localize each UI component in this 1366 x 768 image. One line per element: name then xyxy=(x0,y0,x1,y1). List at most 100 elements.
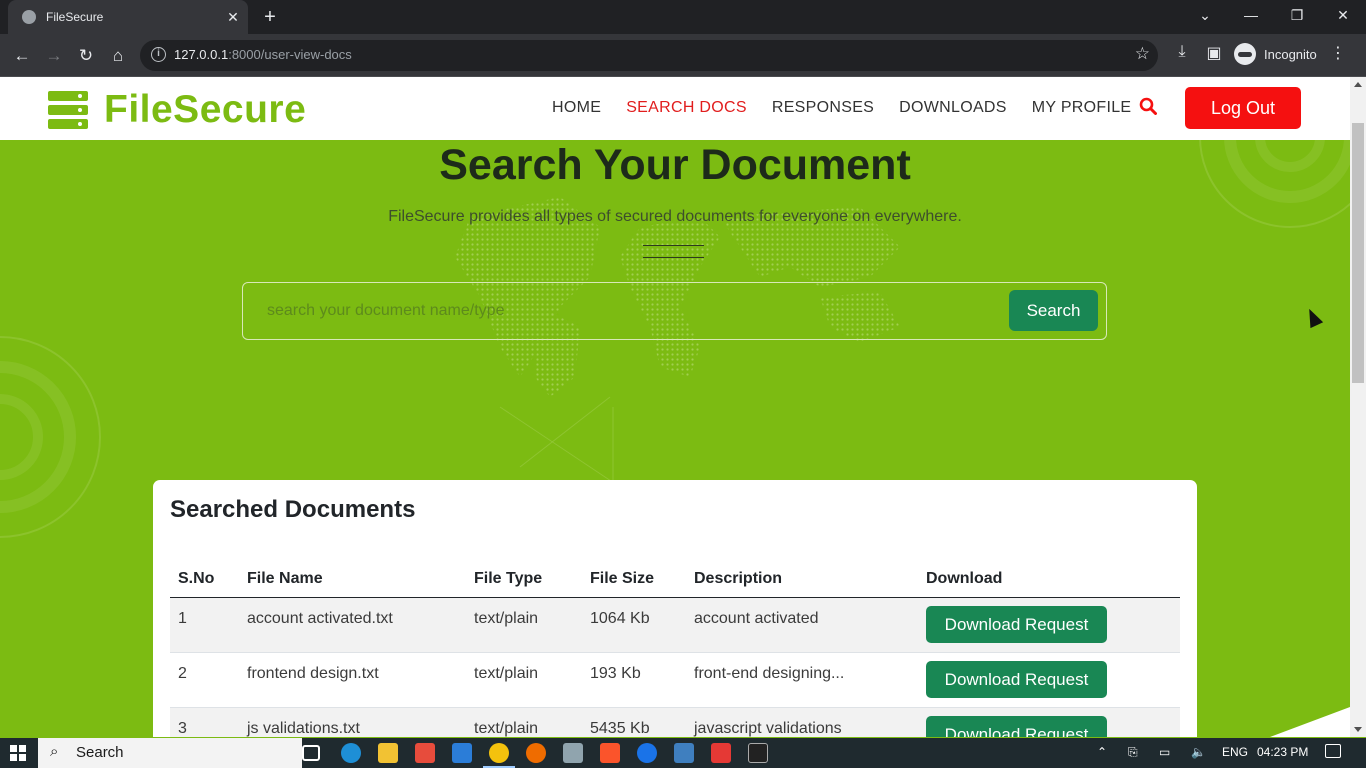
cell-description: account activated xyxy=(694,610,819,627)
table-row: 2 frontend design.txt text/plain 193 Kb … xyxy=(170,653,1180,708)
nav-search-docs[interactable]: SEARCH DOCS xyxy=(626,99,747,117)
tab-title: FileSecure xyxy=(46,10,104,24)
language-indicator[interactable]: ENG xyxy=(1222,745,1248,759)
brave-icon[interactable] xyxy=(600,743,620,763)
close-window-button[interactable]: ✕ xyxy=(1320,0,1366,34)
restore-button[interactable]: ❐ xyxy=(1274,0,1320,34)
minimize-button[interactable]: — xyxy=(1228,0,1274,34)
search-icon: ⌕ xyxy=(50,743,59,760)
tab-close-icon[interactable]: ✕ xyxy=(222,9,244,26)
app-icon[interactable] xyxy=(711,743,731,763)
cell-file-type: text/plain xyxy=(474,665,539,682)
windows-start-icon[interactable] xyxy=(10,745,26,761)
download-request-button[interactable]: Download Request xyxy=(926,716,1107,737)
page-title: Search Your Document xyxy=(439,141,911,189)
column-header: File Type xyxy=(474,569,543,587)
site-logo[interactable]: FileSecure xyxy=(48,88,306,132)
volume-icon[interactable]: 🔈 xyxy=(1191,745,1206,759)
download-request-button[interactable]: Download Request xyxy=(926,606,1107,643)
search-app-icon[interactable] xyxy=(526,743,546,763)
browser-tab[interactable]: FileSecure ✕ xyxy=(8,0,248,34)
terminal-icon[interactable] xyxy=(748,743,768,763)
chrome-icon[interactable] xyxy=(483,743,515,768)
globe-icon xyxy=(22,10,36,24)
cell-download: Download Request xyxy=(926,708,1180,737)
app-icon[interactable] xyxy=(415,743,435,763)
site-info-icon[interactable]: i xyxy=(151,47,166,62)
address-bar[interactable]: i 127.0.0.1:8000/user-view-docs ☆ xyxy=(140,40,1158,71)
vscode-icon[interactable] xyxy=(452,743,472,763)
back-icon[interactable]: ← xyxy=(8,42,36,70)
incognito-label: Incognito xyxy=(1264,46,1317,62)
scroll-down-icon[interactable] xyxy=(1354,727,1362,732)
tab-search-icon[interactable]: ⌄ xyxy=(1182,0,1228,34)
cell-description: javascript validations xyxy=(694,720,842,737)
cell-file-size: 5435 Kb xyxy=(590,720,650,737)
scrollbar-thumb[interactable] xyxy=(1352,123,1364,383)
url-text: 127.0.0.1:8000/user-view-docs xyxy=(174,47,352,62)
results-table: S.No File Name File Type File Size Descr… xyxy=(170,560,1180,737)
incognito-indicator[interactable]: Incognito xyxy=(1234,43,1317,65)
browser-tab-bar: FileSecure ✕ + ⌄ — ❐ ✕ xyxy=(0,0,1366,34)
edge-icon[interactable] xyxy=(341,743,361,763)
incognito-icon xyxy=(1234,43,1256,65)
task-view-icon[interactable] xyxy=(302,745,320,761)
search-icon[interactable] xyxy=(1139,97,1157,115)
browser-menu-icon[interactable]: ⋮ xyxy=(1326,43,1350,63)
cell-sno: 2 xyxy=(178,665,187,682)
download-icon[interactable]: ⤓ xyxy=(1170,43,1194,61)
table-header: S.No File Name File Type File Size Descr… xyxy=(170,560,1180,598)
nav-home[interactable]: HOME xyxy=(552,99,601,117)
cell-sno: 1 xyxy=(178,610,187,627)
column-header: Download xyxy=(926,569,1003,587)
document-search-form: search your document name/type Search xyxy=(242,282,1107,340)
column-header: Description xyxy=(694,569,783,587)
taskbar-search-box[interactable]: ⌕ Search xyxy=(38,738,302,768)
logout-button[interactable]: Log Out xyxy=(1185,87,1301,129)
taskbar-search-label: Search xyxy=(76,744,124,761)
cell-download: Download Request xyxy=(926,598,1180,652)
notification-icon[interactable] xyxy=(1325,744,1341,758)
cell-file-name: js validations.txt xyxy=(247,720,360,737)
cell-file-type: text/plain xyxy=(474,720,539,737)
browser-toolbar: ← → ↻ ⌂ i 127.0.0.1:8000/user-view-docs … xyxy=(0,34,1366,77)
tray-app-icon[interactable]: ⎘ xyxy=(1128,745,1138,760)
tray-chevron-icon[interactable]: ⌃ xyxy=(1097,745,1107,759)
cell-download: Download Request xyxy=(926,653,1180,707)
side-panel-icon[interactable]: ▣ xyxy=(1202,43,1226,63)
reload-icon[interactable]: ↻ xyxy=(72,42,100,70)
file-explorer-icon[interactable] xyxy=(378,743,398,763)
zoom-icon[interactable] xyxy=(637,743,657,763)
title-divider xyxy=(643,257,704,258)
app-icon[interactable] xyxy=(563,743,583,763)
forward-icon[interactable]: → xyxy=(40,42,68,70)
site-navbar: FileSecure HOME SEARCH DOCS RESPONSES DO… xyxy=(0,77,1350,140)
nav-responses[interactable]: RESPONSES xyxy=(772,99,874,117)
clock[interactable]: 04:23 PM xyxy=(1257,745,1308,759)
database-icon xyxy=(48,91,88,129)
cell-file-name: account activated.txt xyxy=(247,610,393,627)
new-tab-button[interactable]: + xyxy=(258,5,282,29)
page-scrollbar[interactable] xyxy=(1350,77,1366,737)
home-icon[interactable]: ⌂ xyxy=(104,42,132,70)
title-divider xyxy=(643,245,704,246)
download-request-button[interactable]: Download Request xyxy=(926,661,1107,698)
cell-file-name: frontend design.txt xyxy=(247,665,379,682)
cell-description: front-end designing... xyxy=(694,665,845,682)
network-icon[interactable]: ▭ xyxy=(1159,745,1170,759)
app-icon[interactable] xyxy=(674,743,694,763)
cell-file-size: 193 Kb xyxy=(590,665,641,682)
nav-downloads[interactable]: DOWNLOADS xyxy=(899,99,1007,117)
windows-taskbar: ⌕ Search ⌃ ⎘ ▭ 🔈 ENG 04:23 PM xyxy=(0,738,1366,768)
search-button[interactable]: Search xyxy=(1009,290,1098,331)
search-input[interactable]: search your document name/type xyxy=(267,302,504,320)
page-subtitle: FileSecure provides all types of secured… xyxy=(388,208,962,225)
cell-sno: 3 xyxy=(178,720,187,737)
cell-file-type: text/plain xyxy=(474,610,539,627)
table-row: 3 js validations.txt text/plain 5435 Kb … xyxy=(170,708,1180,737)
results-card: Searched Documents S.No File Name File T… xyxy=(153,480,1197,737)
bookmark-star-icon[interactable]: ☆ xyxy=(1135,44,1150,64)
nav-my-profile[interactable]: MY PROFILE xyxy=(1032,99,1132,117)
brand-name: FileSecure xyxy=(104,88,307,131)
scroll-up-icon[interactable] xyxy=(1354,82,1362,87)
